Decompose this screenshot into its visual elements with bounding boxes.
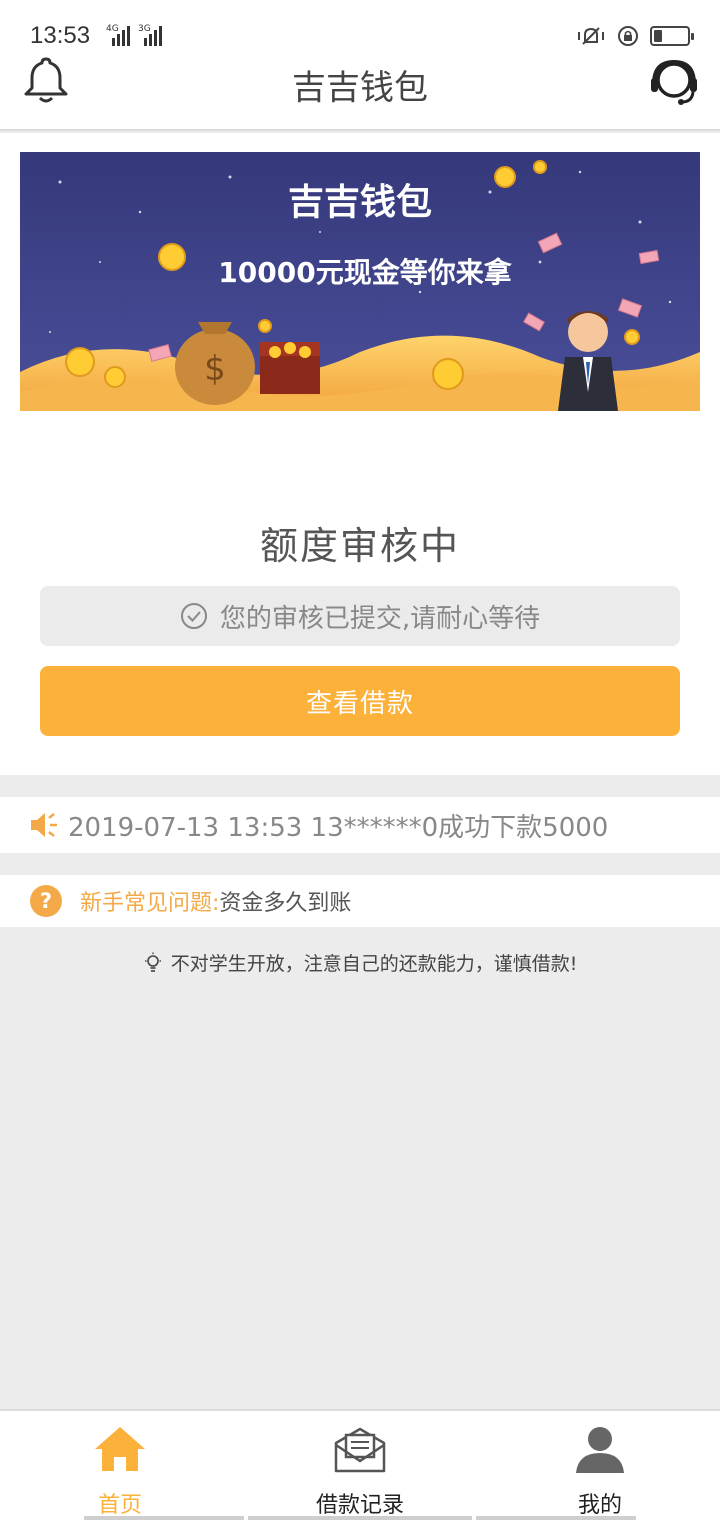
status-time: 13:53 [30, 22, 91, 49]
signal-3g-icon [144, 24, 162, 46]
loan-ticker: 2019-07-13 13:53 13******0成功下款5000 [0, 797, 720, 853]
faq-lead: 新手常见问题: [80, 891, 220, 916]
user-icon [576, 1427, 624, 1473]
promo-banner[interactable]: $ 吉吉钱包 10000元现金等你来拿 [20, 152, 700, 411]
battery-icon [650, 26, 694, 46]
banner-title: 吉吉钱包 [288, 182, 432, 223]
faq-item[interactable]: ? 新手常见问题: 资金多久到账 [0, 875, 720, 927]
home-icon [95, 1427, 145, 1471]
status-icons [576, 24, 694, 48]
page-title: 吉吉钱包 [292, 68, 428, 108]
warning-tip: 不对学生开放，注意自己的还款能力，谨慎借款! [0, 949, 720, 976]
bottom-nav: 首页 借款记录 我的 [0, 1409, 720, 1520]
tab-mine[interactable]: 我的 [480, 1411, 720, 1520]
faq-question: 资金多久到账 [219, 891, 352, 916]
mail-icon [334, 1427, 386, 1473]
nav-indicator-right [476, 1516, 636, 1520]
tab-loan-records[interactable]: 借款记录 [240, 1411, 480, 1520]
vibrate-mute-icon [578, 27, 604, 45]
speaker-icon [31, 813, 57, 837]
svg-text:$: $ [204, 349, 226, 389]
signal-4g-icon [112, 24, 130, 46]
tip-text: 不对学生开放，注意自己的还款能力，谨慎借款! [170, 953, 578, 975]
check-circle-icon [180, 603, 207, 629]
ticker-text: 2019-07-13 13:53 13******0成功下款5000 [68, 812, 609, 843]
submitted-notice: 您的审核已提交,请耐心等待 [40, 586, 680, 646]
main-card: $ 吉吉钱包 10000元现金等你来拿 额度审核中 您的审核已提交,请耐心等待 … [0, 133, 720, 775]
lightbulb-icon [144, 952, 161, 972]
customer-service-icon[interactable] [646, 54, 702, 110]
rotation-lock-icon [618, 26, 638, 46]
tab-home[interactable]: 首页 [0, 1411, 240, 1520]
tab-loan-records-label: 借款记录 [315, 1493, 404, 1518]
nav-indicator-left [84, 1516, 244, 1520]
submitted-text: 您的审核已提交,请耐心等待 [219, 603, 541, 634]
banner-subtitle: 10000元现金等你来拿 [218, 256, 512, 289]
nav-indicator-center [248, 1516, 472, 1520]
view-loan-button[interactable]: 查看借款 [40, 666, 680, 736]
question-icon: ? [30, 885, 62, 917]
app-screen: 13:53 4G 3G 吉吉钱包 $ 吉吉钱包 10000元现金等你来拿 额度审… [0, 0, 720, 1520]
tab-home-label: 首页 [97, 1493, 142, 1518]
review-status-title: 额度审核中 [259, 524, 460, 568]
tab-mine-label: 我的 [577, 1493, 622, 1518]
top-bar: 13:53 4G 3G 吉吉钱包 [0, 0, 720, 131]
